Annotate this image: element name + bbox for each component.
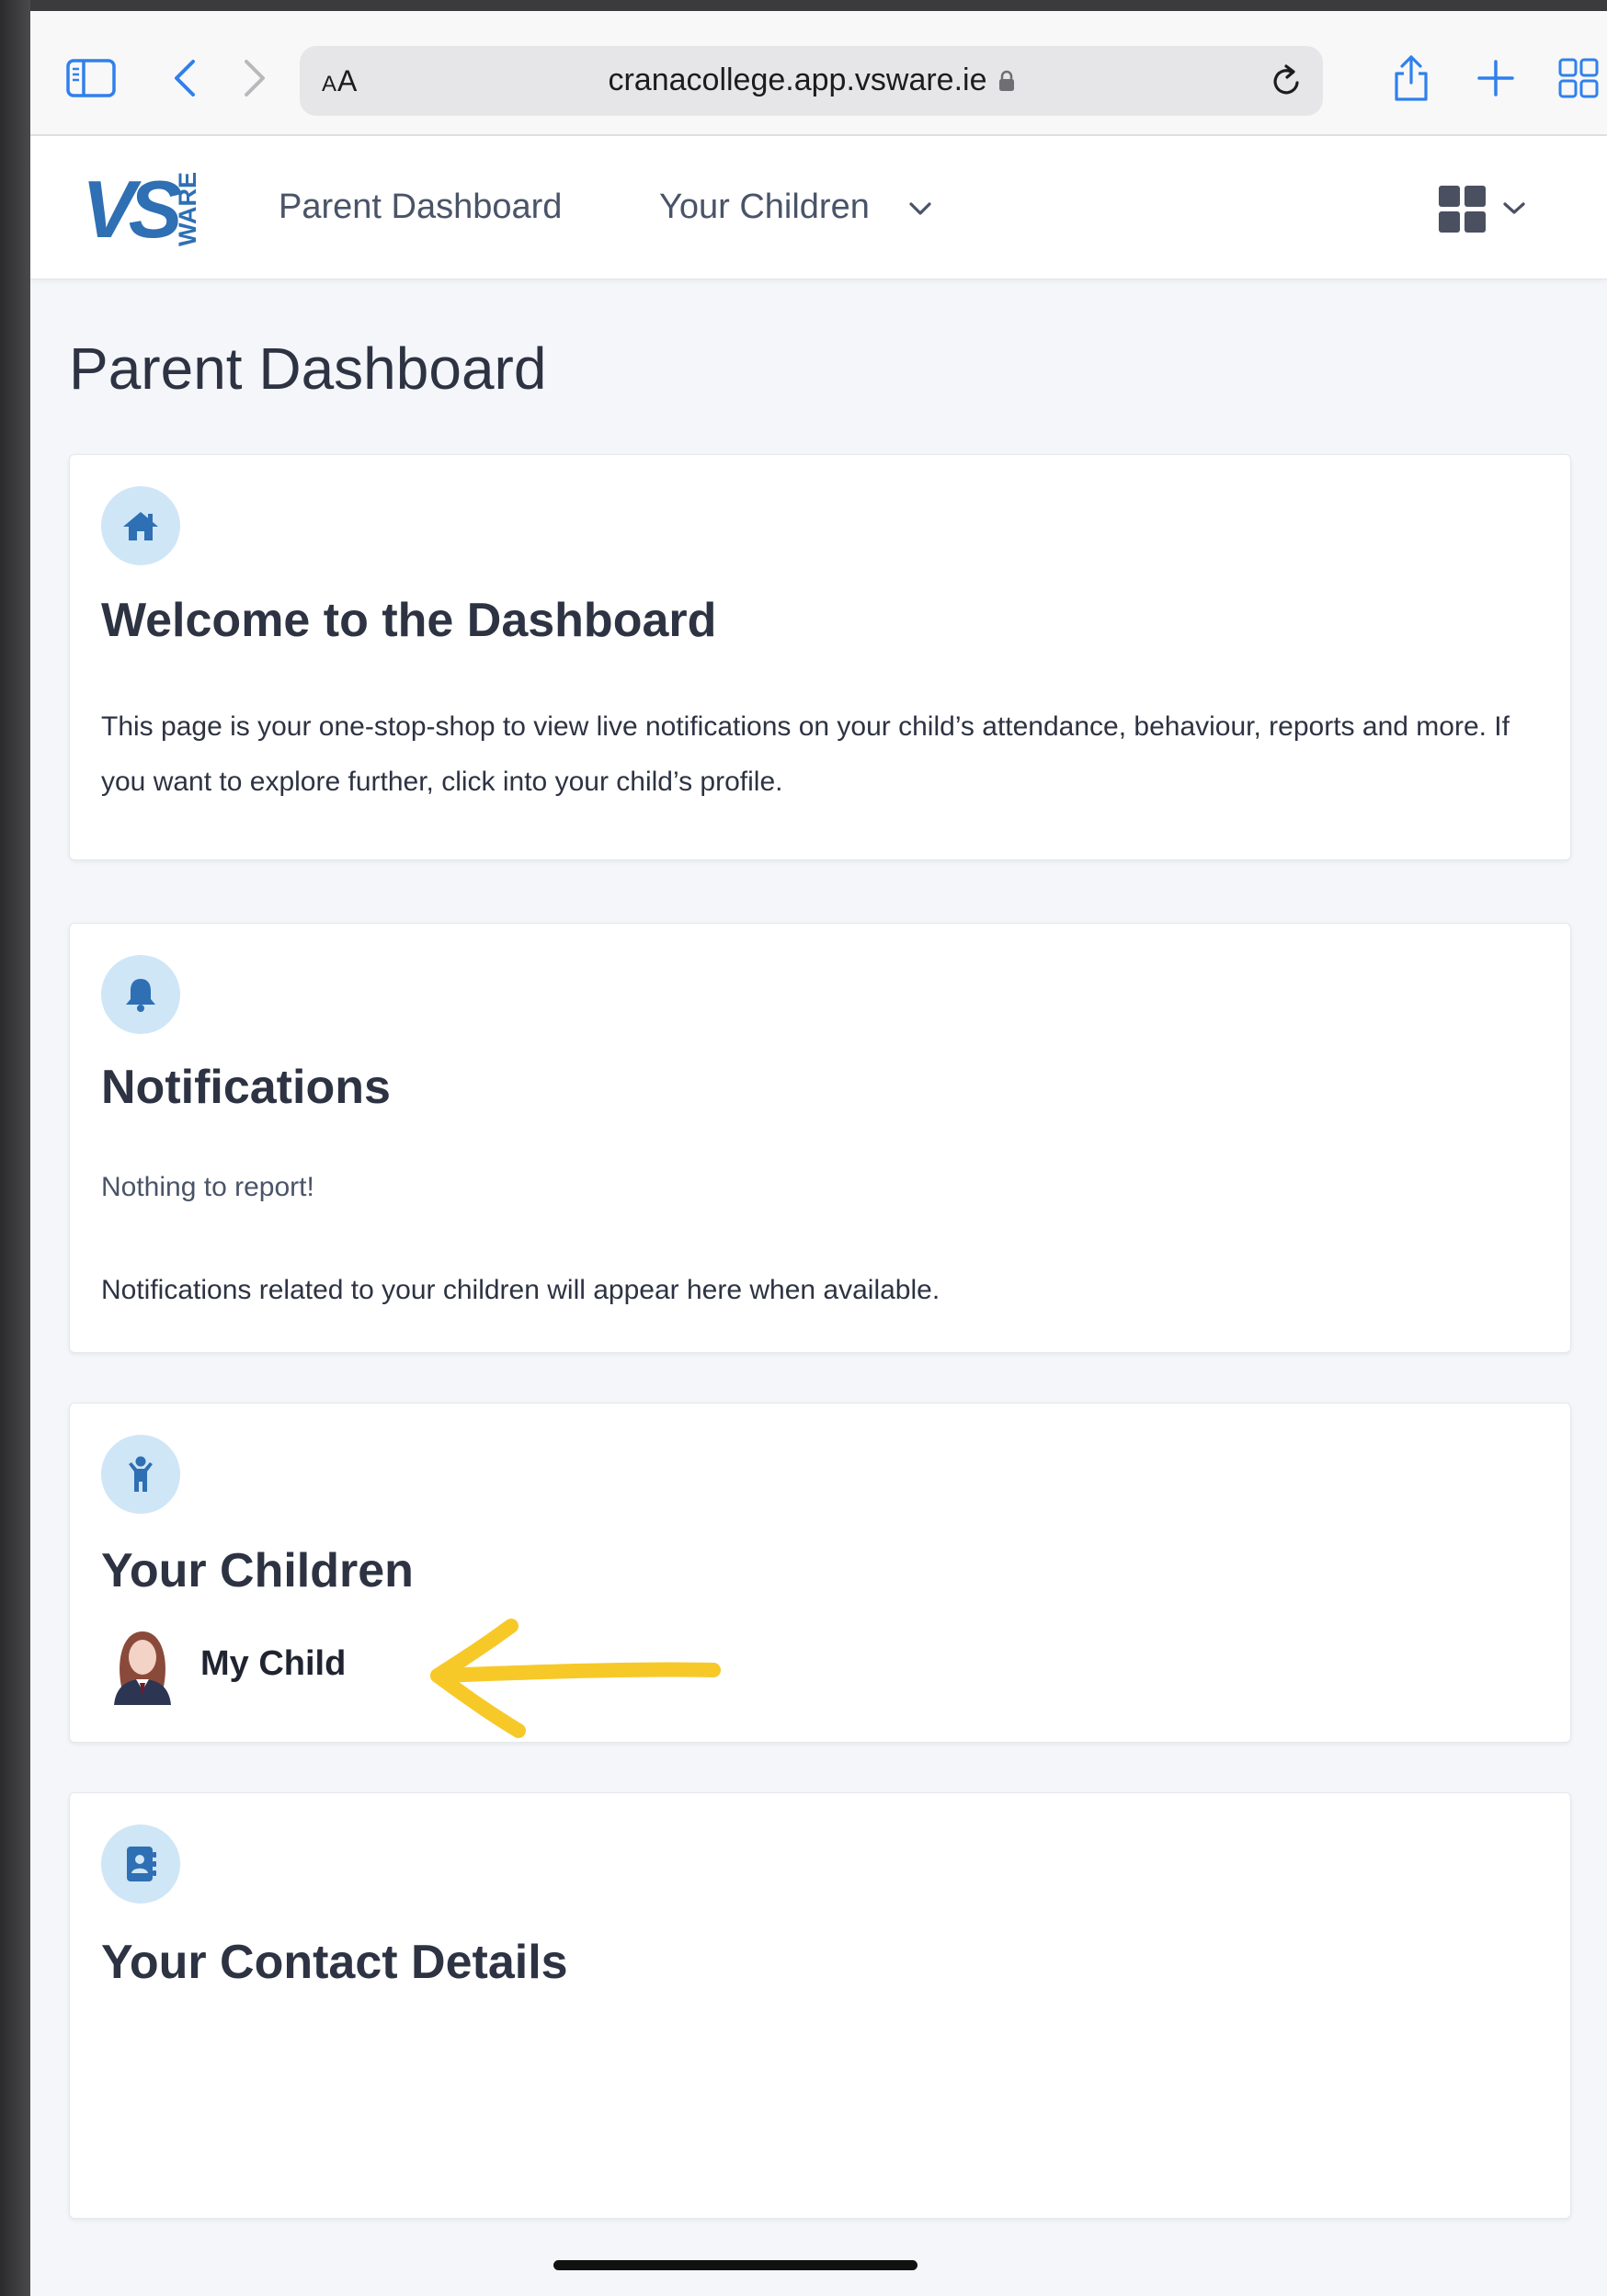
vsware-logo[interactable]: VS WARE [82, 164, 211, 255]
contact-book-icon [101, 1824, 180, 1904]
notifications-title: Notifications [101, 1061, 391, 1114]
nav-your-children[interactable]: Your Children [659, 188, 870, 227]
contact-details-card: Your Contact Details [69, 1792, 1571, 2219]
welcome-text: This page is your one-stop-shop to view … [101, 711, 1510, 797]
child-list-item[interactable]: My Child [103, 1622, 346, 1705]
child-icon [101, 1435, 180, 1514]
back-arrow-icon[interactable] [157, 51, 212, 106]
child-name[interactable]: My Child [200, 1644, 346, 1684]
sidebar-toggle-icon[interactable] [63, 51, 119, 106]
new-tab-plus-icon[interactable] [1468, 51, 1523, 106]
tablet-screen: AA cranacollege.app.vsware.ie VS WARE Pa… [30, 11, 1607, 2296]
reload-icon[interactable] [1266, 61, 1306, 106]
contact-details-title: Your Contact Details [101, 1936, 568, 1989]
notifications-empty-text: Nothing to report! [101, 1172, 314, 1202]
your-children-card: Your Children My Child [69, 1403, 1571, 1743]
background-frame-left [0, 0, 30, 2296]
logo-sub-text: WARE [174, 172, 201, 246]
app-header: VS WARE Parent Dashboard Your Children [30, 136, 1607, 279]
url-text: cranacollege.app.vsware.ie [300, 63, 1323, 98]
page-title: Parent Dashboard [69, 335, 547, 402]
grid-icon [1439, 186, 1486, 233]
home-indicator[interactable] [553, 2260, 917, 2270]
welcome-card: Welcome to the Dashboard This page is yo… [69, 454, 1571, 860]
tab-overview-icon[interactable] [1551, 51, 1606, 106]
your-children-title: Your Children [101, 1544, 414, 1597]
home-icon [101, 486, 180, 565]
background-frame-top [0, 0, 1607, 11]
url-label: cranacollege.app.vsware.ie [608, 63, 987, 97]
lock-icon [998, 64, 1015, 91]
logo-mark-text: VS [82, 167, 182, 252]
welcome-title: Welcome to the Dashboard [101, 594, 717, 647]
annotation-arrow-icon [430, 1619, 721, 1738]
nav-parent-dashboard[interactable]: Parent Dashboard [279, 188, 562, 227]
forward-arrow-icon[interactable] [227, 51, 282, 106]
notifications-card: Notifications Nothing to report! Notific… [69, 923, 1571, 1353]
chevron-down-icon[interactable] [907, 200, 933, 222]
child-avatar[interactable] [103, 1622, 182, 1705]
bell-icon [101, 955, 180, 1034]
share-icon[interactable] [1384, 51, 1439, 106]
browser-toolbar: AA cranacollege.app.vsware.ie [30, 11, 1607, 136]
address-bar[interactable]: AA cranacollege.app.vsware.ie [300, 46, 1323, 116]
apps-menu-button[interactable] [1437, 184, 1538, 235]
notifications-info-text: Notifications related to your children w… [101, 1275, 940, 1305]
